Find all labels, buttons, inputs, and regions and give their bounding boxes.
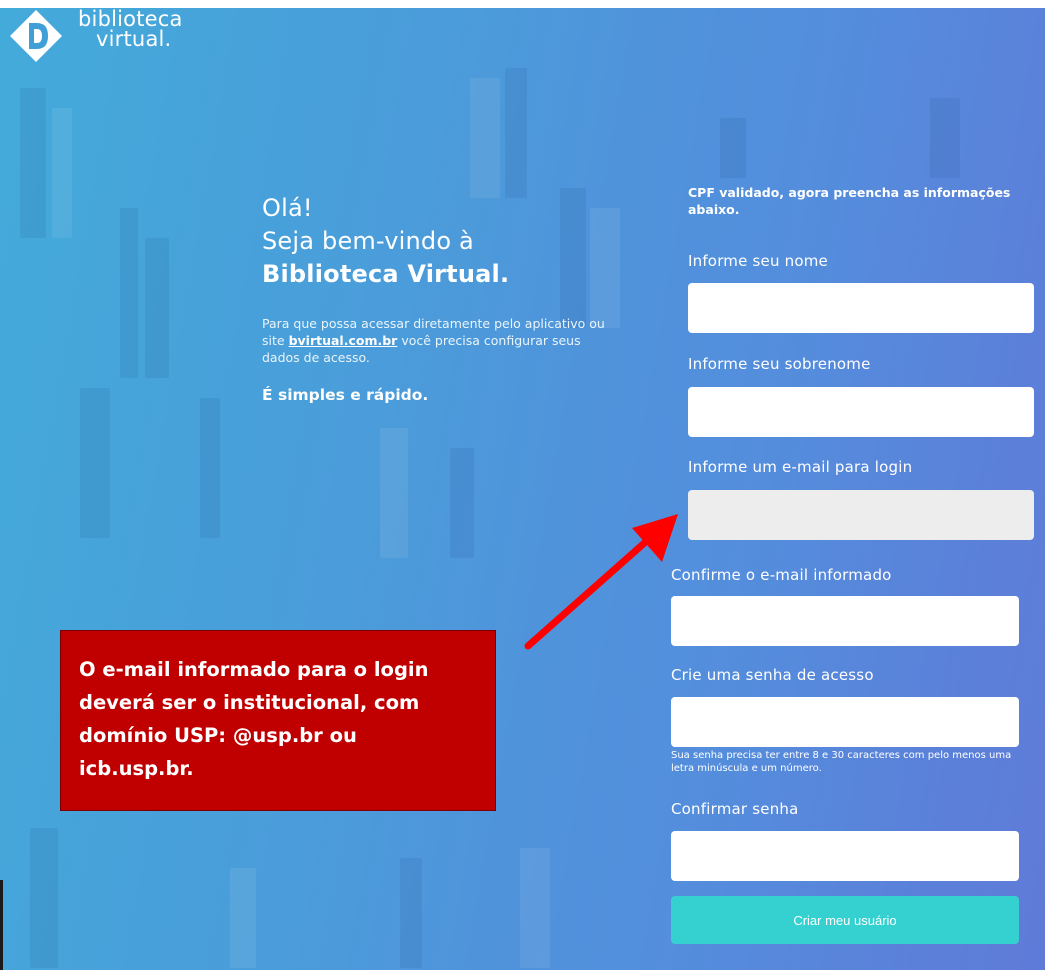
cpf-status-message: CPF validado, agora preencha as informaç… [688, 185, 1011, 217]
welcome-line2: Seja bem-vindo à [262, 227, 474, 255]
brand-logo[interactable]: biblioteca virtual. [10, 8, 190, 62]
book-decoration [930, 98, 960, 178]
welcome-line1: Olá! [262, 194, 313, 222]
book-decoration [470, 78, 500, 198]
book-decoration [80, 388, 110, 538]
book-decoration [20, 88, 46, 238]
book-decoration [52, 108, 72, 238]
welcome-heading: Olá! Seja bem-vindo à Biblioteca Virtual… [262, 192, 622, 291]
book-decoration [505, 68, 527, 198]
email-input[interactable] [688, 490, 1034, 540]
book-decoration [30, 828, 58, 968]
confirm-senha-label: Confirmar senha [671, 800, 799, 818]
nome-label: Informe seu nome [688, 252, 828, 270]
background-stage [0, 8, 1045, 970]
book-decoration [400, 858, 422, 968]
book-decoration [120, 208, 138, 378]
senha-hint: Sua senha precisa ter entre 8 e 30 carac… [671, 750, 1012, 774]
sobrenome-label: Informe seu sobrenome [688, 355, 871, 373]
welcome-line3: Biblioteca Virtual. [262, 260, 510, 288]
book-decoration [380, 428, 408, 558]
simple-tagline: É simples e rápido. [262, 386, 429, 404]
welcome-description: Para que possa acessar diretamente pelo … [262, 315, 622, 366]
book-decoration [520, 848, 550, 968]
senha-input[interactable] [671, 697, 1019, 747]
red-arrow-icon [524, 514, 678, 650]
annotation-callout: O e-mail informado para o login deverá s… [60, 630, 496, 811]
book-decoration [145, 238, 169, 378]
email-label: Informe um e-mail para login [688, 458, 913, 476]
confirm-senha-input[interactable] [671, 831, 1019, 881]
confirm-email-label: Confirme o e-mail informado [671, 566, 892, 584]
bvirtual-link[interactable]: bvirtual.com.br [289, 333, 398, 348]
welcome-section: Olá! Seja bem-vindo à Biblioteca Virtual… [262, 192, 622, 404]
diamond-b-icon [10, 10, 62, 62]
brand-name-line2: virtual. [96, 27, 172, 51]
window-edge [0, 880, 3, 970]
nome-input[interactable] [688, 283, 1034, 333]
senha-label: Crie uma senha de acesso [671, 666, 874, 684]
brand-name: biblioteca virtual. [78, 9, 183, 51]
book-decoration [720, 118, 746, 178]
create-user-button[interactable]: Criar meu usuário [671, 896, 1019, 944]
confirm-email-input[interactable] [671, 596, 1019, 646]
book-decoration [230, 868, 256, 968]
sobrenome-input[interactable] [688, 387, 1034, 437]
book-decoration [200, 398, 220, 538]
book-decoration [450, 448, 474, 558]
